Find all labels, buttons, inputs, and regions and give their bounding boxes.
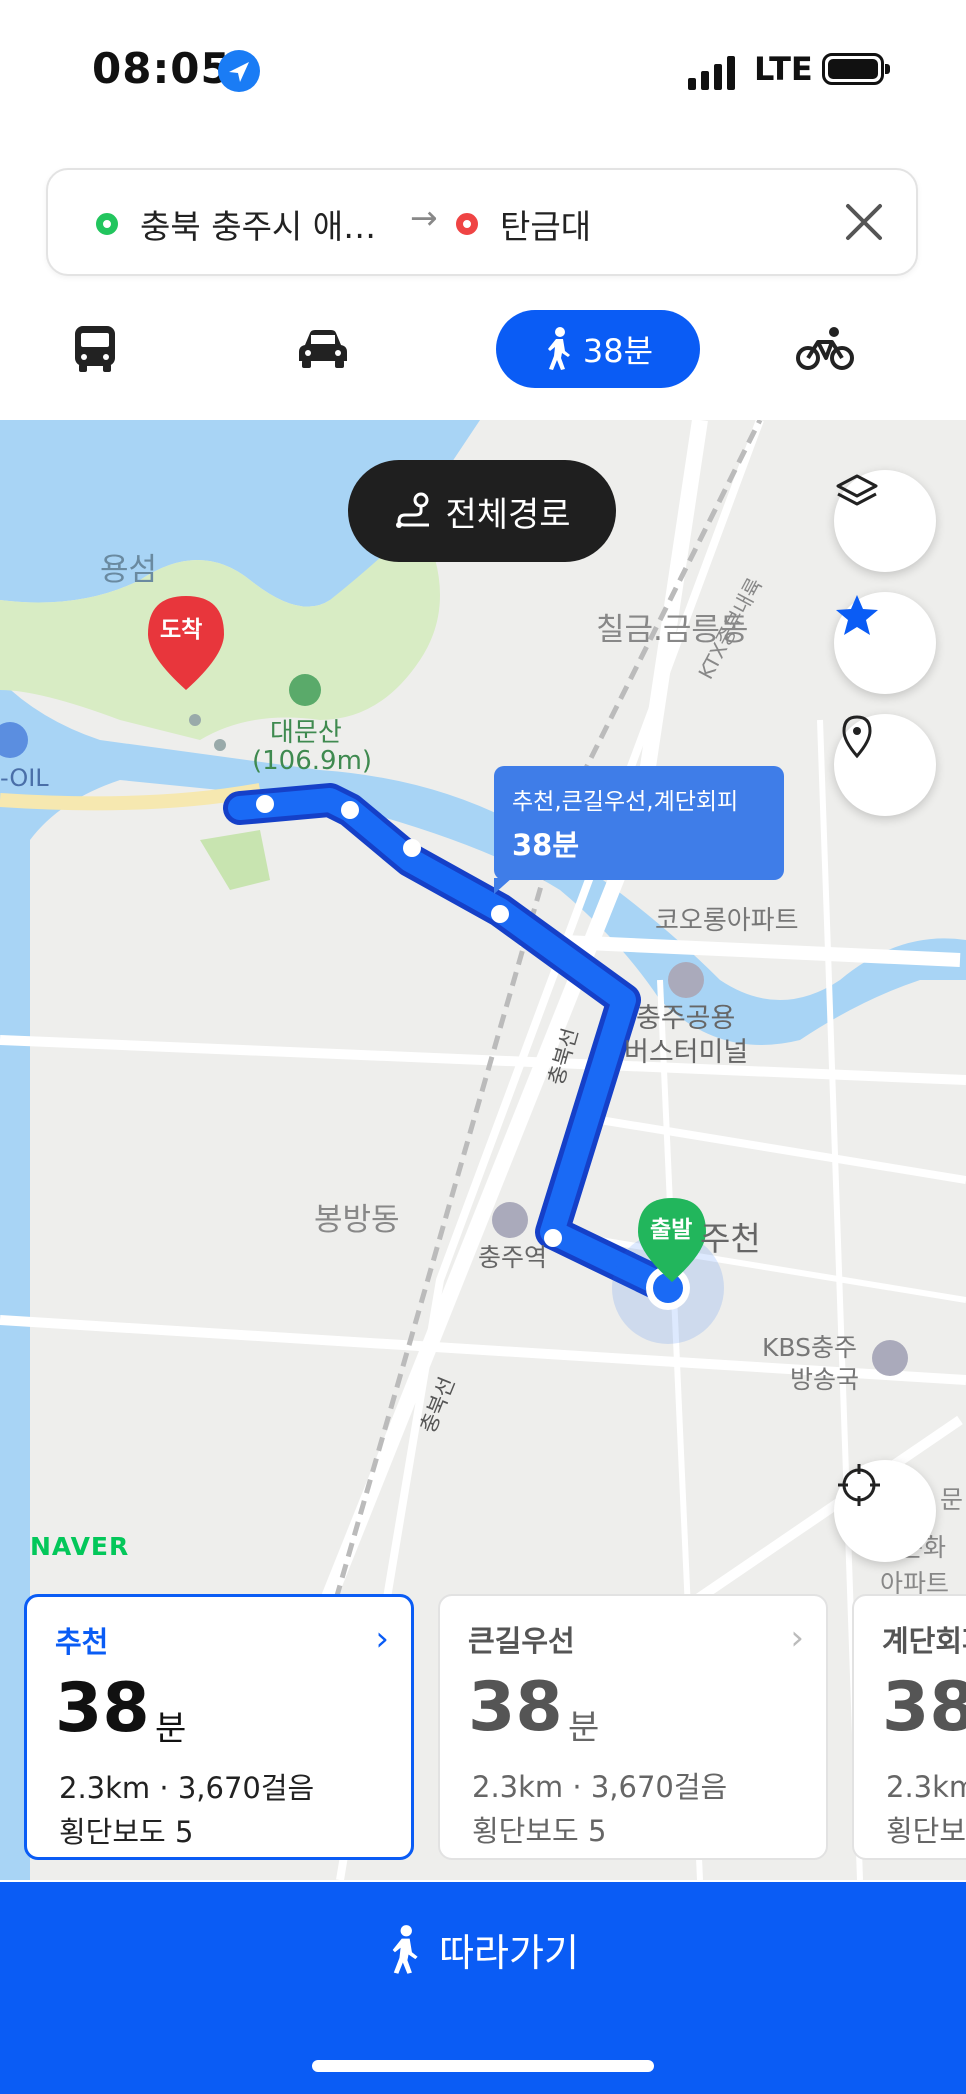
route-card-clip: 계단회피 38 분 2.3km · 3,670걸음 횡단보도 5	[852, 1594, 966, 1860]
route-tooltip-names: 추천,큰길우선,계단회피	[512, 789, 739, 815]
map-label: 버스터미널	[624, 1037, 749, 1068]
route-card-distance: 2.3km · 3,670걸음	[472, 1770, 728, 1804]
route-card-main-road[interactable]: 큰길우선 › 38 분 2.3km · 3,670걸음 횡단보도 5	[438, 1594, 828, 1860]
network-type: LTE	[754, 50, 813, 88]
map-label: KBS충주	[762, 1333, 857, 1362]
route-card-minutes: 38	[468, 1668, 563, 1747]
walking-icon	[392, 1924, 418, 1974]
map-label: -OIL	[0, 764, 49, 792]
walk-duration: 38분	[582, 332, 654, 370]
map-label: (106.9m)	[252, 746, 373, 776]
current-location-button[interactable]	[834, 1460, 936, 1562]
chevron-right-icon: ›	[790, 1618, 804, 1658]
battery-icon	[822, 53, 890, 85]
start-pin-label: 출발	[650, 1217, 693, 1243]
tab-walk[interactable]: 38분	[496, 310, 700, 388]
route-tooltip-duration: 38분	[512, 828, 580, 862]
map-label: 용섬	[100, 552, 158, 588]
route-card-crosswalks: 횡단보도 5	[886, 1814, 966, 1848]
route-tooltip[interactable]: 추천,큰길우선,계단회피 38분	[494, 766, 784, 894]
route-card-minutes: 38	[55, 1669, 150, 1748]
tab-bike[interactable]	[790, 310, 860, 388]
route-icon	[396, 492, 430, 528]
car-icon	[299, 330, 347, 368]
follow-label: 따라가기	[439, 1931, 579, 1975]
route-card-title: 계단회피	[882, 1624, 966, 1658]
origin-marker-icon	[96, 213, 118, 235]
location-pin-icon	[842, 715, 872, 759]
map-label: 주천	[700, 1219, 761, 1258]
route-card-distance: 2.3km · 3,670걸음	[59, 1771, 315, 1805]
destination-marker-icon	[456, 213, 478, 235]
tab-car[interactable]	[288, 310, 358, 388]
status-bar: 08:05 LTE	[0, 0, 966, 150]
chevron-right-icon: ›	[375, 1619, 389, 1659]
home-indicator[interactable]	[312, 2060, 654, 2072]
crosshair-icon	[838, 1464, 880, 1506]
map-label: 코오롱아파트	[655, 906, 799, 936]
favorite-button[interactable]	[834, 592, 936, 694]
naver-logo: NAVER	[30, 1532, 130, 1561]
route-card-recommended[interactable]: 추천 › 38 분 2.3km · 3,670걸음 횡단보도 5	[24, 1594, 414, 1860]
layers-icon	[836, 474, 878, 506]
route-card-distance: 2.3km · 3,670걸음	[886, 1770, 966, 1804]
map-label: 대문산	[270, 718, 342, 748]
arrival-pin-label: 도착	[160, 617, 203, 643]
route-search-bar[interactable]: 충북 충주시 애… → 탄금대	[46, 168, 918, 276]
full-route-label: 전체경로	[445, 494, 571, 535]
clock: 08:05	[92, 44, 231, 93]
route-card-unit: 분	[568, 1708, 600, 1748]
map-label: 봉방동	[314, 1202, 400, 1238]
map-label: 방송국	[790, 1365, 860, 1394]
route-card-title: 추천	[55, 1625, 109, 1659]
transport-mode-tabs: 38분	[0, 300, 966, 420]
route-card-minutes: 38	[882, 1668, 966, 1747]
star-icon	[836, 595, 878, 635]
route-card-unit: 분	[155, 1709, 187, 1749]
signal-icon	[688, 56, 735, 90]
location-arrow-icon	[218, 50, 260, 92]
tab-transit[interactable]	[60, 310, 130, 388]
full-route-button[interactable]: 전체경로	[348, 460, 616, 562]
route-card-title: 큰길우선	[468, 1624, 575, 1658]
close-icon[interactable]	[838, 196, 890, 248]
layers-button[interactable]	[834, 470, 936, 572]
place-pin-button[interactable]	[834, 714, 936, 816]
origin-field[interactable]: 충북 충주시 애…	[140, 200, 376, 248]
map-label: 문	[940, 1485, 964, 1514]
route-card-no-stairs[interactable]: 계단회피 38 분 2.3km · 3,670걸음 횡단보도 5	[852, 1594, 966, 1860]
route-card-crosswalks: 횡단보도 5	[59, 1815, 194, 1849]
map-label: 충주역	[478, 1243, 548, 1272]
route-arrow-icon: →	[410, 198, 438, 237]
bike-icon	[796, 327, 854, 370]
bus-icon	[75, 326, 115, 372]
route-card-crosswalks: 횡단보도 5	[472, 1814, 607, 1848]
walking-icon	[547, 327, 570, 370]
destination-field[interactable]: 탄금대	[500, 200, 591, 248]
